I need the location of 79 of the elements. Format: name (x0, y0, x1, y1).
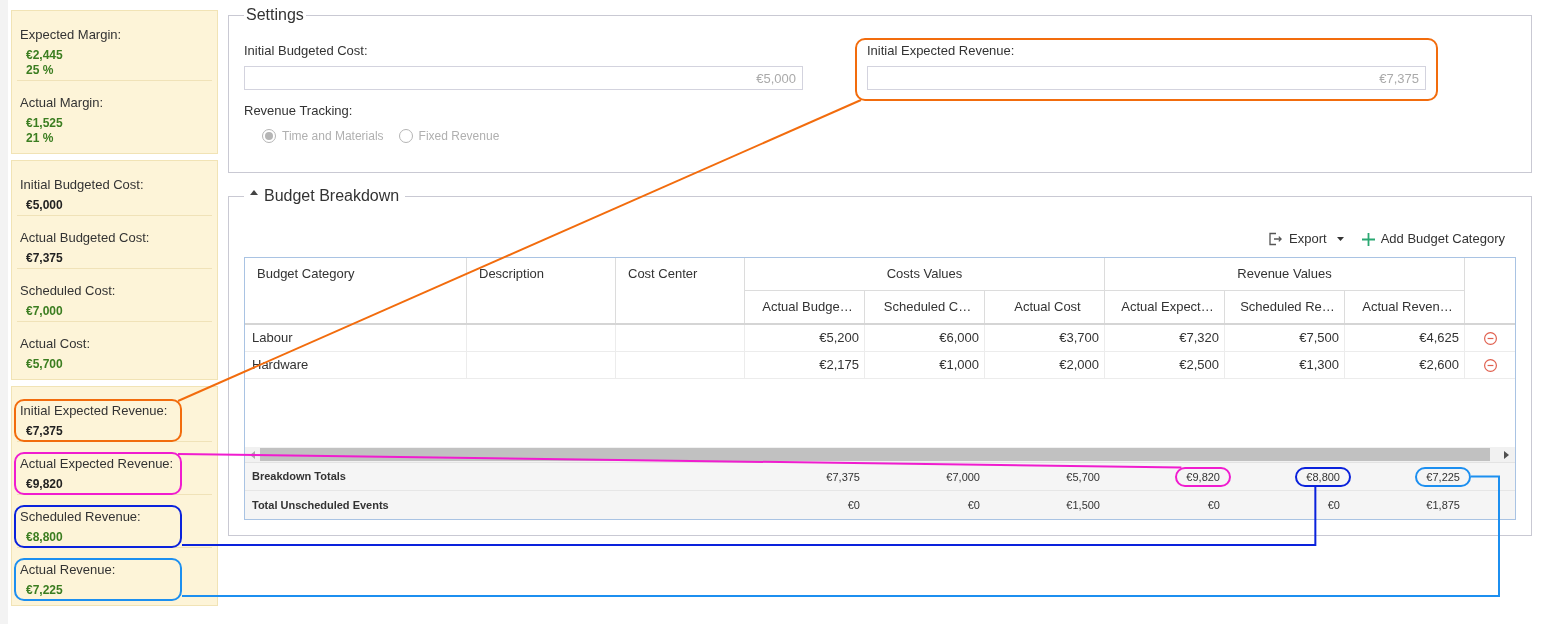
metric-label: Actual Cost: (19, 335, 92, 353)
metric-label: Actual Budgeted Cost: (19, 229, 151, 247)
metric-label: Actual Revenue: (19, 561, 117, 579)
metric-value: €5,000 (25, 198, 64, 213)
metric-label: Actual Expected Revenue: (19, 455, 175, 473)
metric-value: €8,800 (25, 530, 64, 545)
table-cell: €1,000 (865, 352, 985, 378)
table-cell: €0 (1207, 498, 1220, 512)
caret-down-icon (1336, 237, 1344, 241)
column-header[interactable]: Actual Reven… (1345, 291, 1465, 323)
metric-value: €1,525 (25, 116, 64, 131)
field-label: Revenue Tracking: (244, 102, 354, 120)
metric-value: 25 % (25, 63, 55, 78)
table-cell: €5,200 (745, 325, 865, 351)
scroll-right-icon[interactable] (1504, 450, 1509, 459)
metric-value: €2,445 (25, 48, 64, 63)
metric-label: Expected Margin: (19, 26, 123, 44)
minus-circle-icon[interactable] (1483, 358, 1497, 372)
minus-circle-icon[interactable] (1483, 331, 1497, 345)
metric-label: Initial Budgeted Cost: (19, 176, 145, 194)
table-cell: €2,175 (745, 352, 865, 378)
column-group-header: Revenue Values (1105, 258, 1465, 291)
metric-label: Actual Margin: (19, 94, 105, 112)
table-cell: €7,500 (1225, 325, 1345, 351)
table-cell: €1,875 (1426, 498, 1460, 512)
table-cell: €7,320 (1105, 325, 1225, 351)
table-cell: €7,225 (1426, 469, 1460, 484)
panel-title: Budget Breakdown (264, 187, 400, 204)
metric-value: €7,375 (25, 251, 64, 266)
metric-value: €7,375 (25, 424, 64, 439)
box-arrow-icon (1268, 232, 1283, 246)
table-cell: €2,600 (1345, 352, 1465, 378)
table-cell: €2,500 (1105, 352, 1225, 378)
table-cell: €0 (847, 498, 860, 512)
table-cell: €7,375 (826, 469, 860, 484)
table-cell-text: Total Unscheduled Events (251, 497, 390, 513)
metric-value: €5,700 (25, 357, 64, 372)
column-header[interactable]: Actual Cost (985, 291, 1105, 323)
radio-label: Fixed Revenue (418, 128, 500, 145)
metric-value: 21 % (25, 131, 55, 146)
table-cell: €4,625 (1345, 325, 1465, 351)
metric-value: €7,000 (25, 304, 64, 319)
table-cell: €5,700 (1066, 469, 1100, 484)
column-header[interactable]: Actual Expect… (1105, 291, 1225, 323)
metric-value: €7,225 (25, 583, 64, 598)
column-header[interactable]: Description (467, 258, 616, 323)
table-cell: €1,300 (1225, 352, 1345, 378)
plus-icon (1361, 232, 1375, 246)
table-cell: €3,700 (985, 325, 1105, 351)
field-label: Initial Budgeted Cost: (244, 42, 369, 60)
horizontal-scrollbar[interactable] (245, 447, 1515, 462)
table-cell: Labour (245, 325, 467, 351)
column-group-header: Costs Values (745, 258, 1105, 291)
table-cell: €6,000 (865, 325, 985, 351)
metric-label: Scheduled Revenue: (19, 508, 142, 526)
table-cell: €0 (1327, 498, 1340, 512)
caret-up-icon[interactable] (250, 190, 258, 195)
table-cell: €7,000 (946, 469, 980, 484)
radio-label: Time and Materials (282, 128, 384, 145)
table-cell: €0 (967, 498, 980, 512)
column-header[interactable]: Scheduled C… (865, 291, 985, 323)
metric-value: €9,820 (25, 477, 64, 492)
metric-label: Scheduled Cost: (19, 282, 117, 300)
column-header[interactable]: Actual Budge… (745, 291, 865, 323)
metric-label: Initial Expected Revenue: (19, 402, 169, 420)
table-cell: €2,000 (985, 352, 1105, 378)
scroll-left-icon[interactable] (250, 450, 255, 459)
column-header[interactable]: Scheduled Re… (1225, 291, 1345, 323)
export-button[interactable]: Export (1268, 229, 1344, 249)
panel-title: Settings (245, 5, 305, 25)
table-cell-text: Breakdown Totals (251, 469, 347, 485)
add-category-button[interactable]: Add Budget Category (1361, 229, 1505, 249)
table-cell: €1,500 (1066, 498, 1100, 512)
scrollbar-thumb[interactable] (260, 448, 1490, 461)
table-cell: €8,800 (1306, 469, 1340, 484)
column-header[interactable]: Cost Center (616, 258, 745, 323)
field-label: Initial Expected Revenue: (867, 42, 1016, 60)
column-header[interactable]: Budget Category (245, 258, 467, 323)
table-cell: €9,820 (1186, 469, 1220, 484)
